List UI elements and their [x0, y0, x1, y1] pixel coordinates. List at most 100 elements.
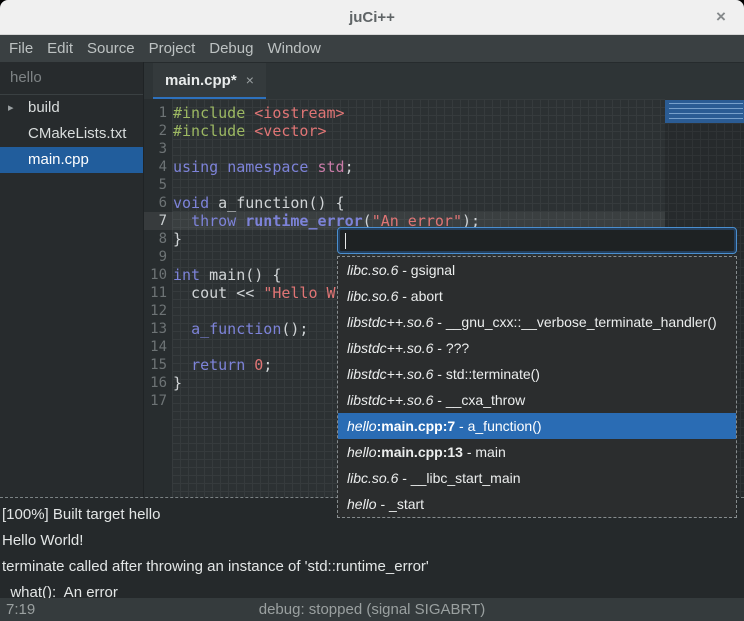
gutter-line-number: 4	[144, 158, 172, 176]
code-token: a_function() {	[209, 194, 344, 212]
menu-item-window[interactable]: Window	[260, 35, 327, 62]
backtrace-item[interactable]: libc.so.6 - __libc_start_main	[338, 465, 736, 491]
library-name: libstdc++.so.6	[347, 392, 433, 408]
symbol-name: - __libc_start_main	[398, 470, 520, 486]
code-line: #include <iostream>	[172, 104, 744, 122]
expander-icon[interactable]: ▸	[8, 95, 14, 121]
gutter-line-number: 9	[144, 248, 172, 266]
library-name: hello	[347, 418, 377, 434]
library-name: libc.so.6	[347, 262, 398, 278]
backtrace-item[interactable]: libstdc++.so.6 - __cxa_throw	[338, 387, 736, 413]
symbol-name: - main	[463, 444, 506, 460]
code-token	[236, 212, 245, 230]
sidebar-item-label: main.cpp	[28, 147, 89, 173]
close-icon[interactable]: ×	[710, 0, 732, 35]
file-location: :main.cpp:13	[377, 444, 463, 460]
symbol-name: - ???	[433, 340, 469, 356]
window-title: juCi++	[0, 0, 744, 35]
code-token: }	[173, 374, 182, 392]
code-token	[173, 356, 191, 374]
sidebar-item-cmakelists-txt[interactable]: CMakeLists.txt	[0, 121, 143, 147]
library-name: libstdc++.so.6	[347, 314, 433, 330]
symbol-name: - abort	[398, 288, 442, 304]
code-token: int	[173, 266, 200, 284]
code-token: namespace	[227, 158, 308, 176]
gutter-line-number: 12	[144, 302, 172, 320]
backtrace-item[interactable]: hello - _start	[338, 491, 736, 517]
debug-status: debug: stopped (signal SIGABRT)	[0, 598, 744, 621]
code-line	[172, 176, 744, 194]
sidebar-item-main-cpp[interactable]: main.cpp	[0, 147, 143, 173]
code-token: 0	[254, 356, 263, 374]
text-caret	[345, 233, 346, 249]
gutter-line-number: 8	[144, 230, 172, 248]
backtrace-search-input[interactable]	[337, 227, 737, 254]
project-name: hello	[0, 62, 143, 95]
code-token: main() {	[200, 266, 281, 284]
code-token: using	[173, 158, 218, 176]
backtrace-item[interactable]: libstdc++.so.6 - ???	[338, 335, 736, 361]
tab-main-cpp[interactable]: main.cpp* ×	[153, 63, 266, 100]
gutter-line-number: 13	[144, 320, 172, 338]
code-token	[308, 158, 317, 176]
code-token	[218, 158, 227, 176]
code-token: ;	[345, 158, 354, 176]
gutter-line-number: 16	[144, 374, 172, 392]
gutter-line-number: 11	[144, 284, 172, 302]
backtrace-item[interactable]: libc.so.6 - gsignal	[338, 257, 736, 283]
gutter-line-number: 1	[144, 104, 172, 122]
gutter-line-number: 17	[144, 392, 172, 410]
backtrace-item[interactable]: libc.so.6 - abort	[338, 283, 736, 309]
code-token: std	[318, 158, 345, 176]
file-location: :main.cpp:7	[377, 418, 456, 434]
gutter-line-number: 3	[144, 140, 172, 158]
menu-item-edit[interactable]: Edit	[40, 35, 80, 62]
code-token	[245, 356, 254, 374]
code-token: ;	[263, 356, 272, 374]
library-name: libc.so.6	[347, 470, 398, 486]
menu-item-project[interactable]: Project	[142, 35, 203, 62]
code-token: #include	[173, 122, 245, 140]
menubar: FileEditSourceProjectDebugWindow	[0, 35, 744, 62]
gutter-line-number: 7	[144, 212, 172, 230]
code-token: }	[173, 230, 182, 248]
backtrace-item[interactable]: hello:main.cpp:7 - a_function()	[338, 413, 736, 439]
debug-tooltip	[665, 100, 744, 123]
menu-item-source[interactable]: Source	[80, 35, 142, 62]
sidebar-item-label: build	[28, 95, 60, 121]
gutter-line-number: 10	[144, 266, 172, 284]
app-window: juCi++ × FileEditSourceProjectDebugWindo…	[0, 0, 744, 621]
titlebar: juCi++ ×	[0, 0, 744, 35]
backtrace-item[interactable]: libstdc++.so.6 - __gnu_cxx::__verbose_te…	[338, 309, 736, 335]
code-token	[245, 104, 254, 122]
code-token: #include	[173, 104, 245, 122]
sidebar-item-build[interactable]: ▸ build	[0, 95, 143, 121]
backtrace-item[interactable]: libstdc++.so.6 - std::terminate()	[338, 361, 736, 387]
code-token: return	[191, 356, 245, 374]
library-name: libc.so.6	[347, 288, 398, 304]
code-token: ();	[281, 320, 308, 338]
gutter-line-number: 2	[144, 122, 172, 140]
file-tree-sidebar: hello ▸ buildCMakeLists.txtmain.cpp	[0, 62, 143, 497]
code-line: #include <vector>	[172, 122, 744, 140]
gutter-line-number: 15	[144, 356, 172, 374]
menu-item-file[interactable]: File	[2, 35, 40, 62]
sidebar-item-label: CMakeLists.txt	[28, 121, 126, 147]
tab-close-icon[interactable]: ×	[246, 72, 254, 88]
statusbar: 7:19 debug: stopped (signal SIGABRT)	[0, 598, 744, 621]
code-token: <vector>	[254, 122, 326, 140]
code-token: void	[173, 194, 209, 212]
symbol-name: - __gnu_cxx::__verbose_terminate_handler…	[433, 314, 716, 330]
code-token	[173, 212, 191, 230]
menu-item-debug[interactable]: Debug	[202, 35, 260, 62]
code-token: cout <<	[173, 284, 263, 302]
terminal-line: terminate called after throwing an insta…	[2, 554, 744, 580]
symbol-name: - __cxa_throw	[433, 392, 525, 408]
symbol-name: - _start	[377, 496, 424, 512]
code-token	[245, 122, 254, 140]
library-name: libstdc++.so.6	[347, 366, 433, 382]
gutter-line-number: 5	[144, 176, 172, 194]
backtrace-item[interactable]: hello:main.cpp:13 - main	[338, 439, 736, 465]
library-name: hello	[347, 496, 377, 512]
tabbar: main.cpp* ×	[144, 62, 744, 99]
